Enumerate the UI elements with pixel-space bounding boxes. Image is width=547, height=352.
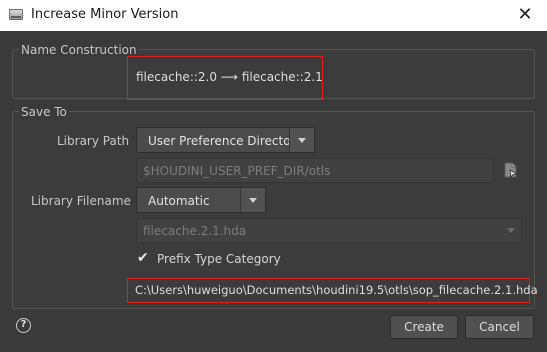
chevron-down-icon <box>289 128 314 152</box>
houdini-dialog-icon <box>9 9 23 20</box>
library-filename-field: filecache.2.1.hda <box>136 218 522 243</box>
chevron-down-icon <box>501 219 521 242</box>
save-to-label: Save To <box>19 105 69 119</box>
create-button[interactable]: Create <box>390 315 458 339</box>
name-construction-label: Name Construction <box>19 43 139 57</box>
prefix-type-category-checkbox[interactable]: ✔ <box>137 251 150 265</box>
library-filename-mode-value: Automatic <box>148 194 210 208</box>
window-title: Increase Minor Version <box>31 7 179 22</box>
library-filename-label: Library Filename <box>31 194 131 208</box>
library-dir-field: $HOUDINI_USER_PREF_DIR/otls <box>136 158 494 183</box>
dialog-body: Name Construction filecache::2.0 ⟶ filec… <box>0 31 547 352</box>
title-bar: Increase Minor Version ✕ <box>0 0 547 31</box>
file-browse-icon[interactable] <box>504 162 518 178</box>
name-construction-text: filecache::2.0 ⟶ filecache::2.1 <box>136 70 323 84</box>
library-path-value: User Preference Directory <box>148 134 303 148</box>
close-icon[interactable]: ✕ <box>515 4 535 26</box>
library-filename-mode-dropdown[interactable]: Automatic <box>136 187 266 213</box>
library-path-label: Library Path <box>57 134 130 148</box>
library-path-dropdown[interactable]: User Preference Directory <box>136 127 315 153</box>
cancel-button[interactable]: Cancel <box>465 315 534 339</box>
library-dir-value: $HOUDINI_USER_PREF_DIR/otls <box>143 164 331 178</box>
help-icon[interactable]: ? <box>16 318 31 333</box>
library-filename-value: filecache.2.1.hda <box>143 224 247 238</box>
prefix-type-category-label[interactable]: Prefix Type Category <box>157 252 281 266</box>
full-path-text: C:\Users\huweiguo\Documents\houdini19.5\… <box>135 283 538 297</box>
chevron-down-icon <box>240 188 265 212</box>
